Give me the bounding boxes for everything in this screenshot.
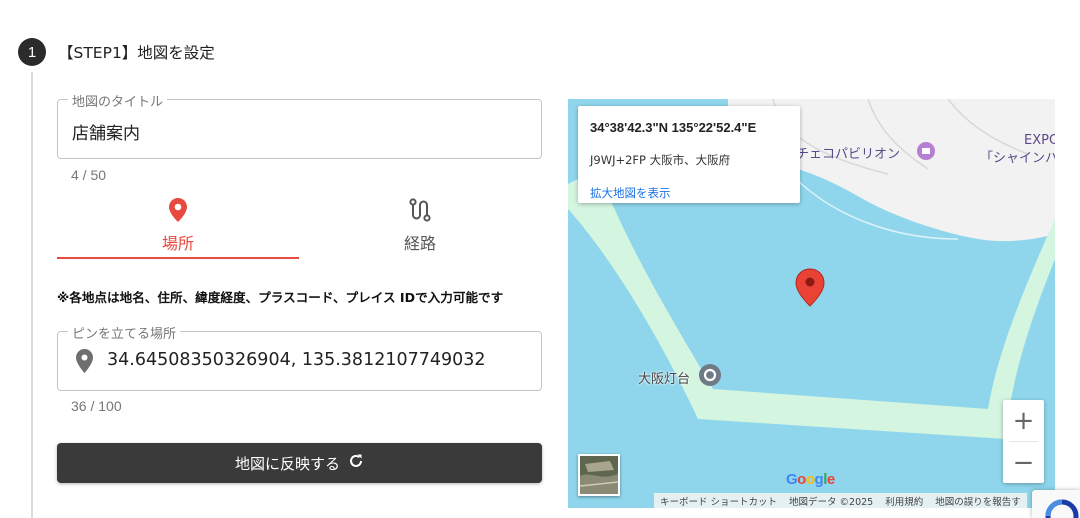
map-pin-icon <box>169 198 187 222</box>
recaptcha-icon <box>1045 499 1079 518</box>
step-title: 【STEP1】地図を設定 <box>58 44 215 62</box>
poi-expo-sub-label[interactable]: 「シャインハ <box>980 147 1055 166</box>
pin-location-counter: 36 / 100 <box>71 398 122 414</box>
recaptcha-badge[interactable] <box>1032 490 1080 518</box>
map-title-input[interactable]: 店舗案内 <box>72 119 140 144</box>
step-number-badge: 1 <box>18 38 46 66</box>
refresh-icon <box>348 453 364 473</box>
map-title-legend: 地図のタイトル <box>68 91 168 110</box>
info-card-coordinates: 34°38'42.3"N 135°22'52.4"E <box>590 120 757 135</box>
terms-link[interactable]: 利用規約 <box>879 493 929 508</box>
apply-map-button[interactable]: 地図に反映する <box>57 443 542 483</box>
satellite-toggle-thumbnail[interactable] <box>578 454 620 496</box>
tab-active-indicator <box>57 257 299 259</box>
apply-map-button-label: 地図に反映する <box>234 454 340 473</box>
zoom-out-button[interactable]: − <box>1003 442 1044 483</box>
zoom-in-button[interactable]: + <box>1003 400 1044 441</box>
map-data-credit: 地図データ ©2025 <box>789 497 874 508</box>
pin-location-field[interactable]: ピンを立てる場所 34.64508350326904, 135.38121077… <box>57 323 542 391</box>
view-larger-map-link[interactable]: 拡大地図を表示 <box>590 185 671 201</box>
satellite-thumb-icon <box>580 456 618 494</box>
location-pin-icon <box>76 349 93 377</box>
step-timeline-line <box>31 72 33 518</box>
info-card-plus-code: J9WJ+2FP 大阪市、大阪府 <box>590 153 731 167</box>
zoom-controls: + − <box>1003 400 1044 483</box>
google-logo: Google <box>786 471 835 488</box>
map-info-card: 34°38'42.3"N 135°22'52.4"E J9WJ+2FP 大阪市、… <box>578 106 800 203</box>
tab-place[interactable]: 場所 <box>57 195 299 260</box>
tab-route[interactable]: 経路 <box>299 195 541 260</box>
map-view[interactable]: チェコパビリオン EXPO 「シャインハ 大阪灯台 34°38'42.3"N 1… <box>568 99 1055 508</box>
map-title-counter: 4 / 50 <box>71 167 107 183</box>
tab-place-label: 場所 <box>161 234 194 253</box>
mode-tabs: 場所 経路 <box>57 195 542 260</box>
pin-location-legend: ピンを立てる場所 <box>68 323 181 342</box>
map-title-field[interactable]: 地図のタイトル 店舗案内 <box>57 91 542 159</box>
poi-expo-label[interactable]: EXPO <box>1024 133 1055 148</box>
report-error-link[interactable]: 地図の誤りを報告す <box>929 493 1027 508</box>
keyboard-shortcuts-link[interactable]: キーボード ショートカット <box>654 493 783 508</box>
tab-route-label: 経路 <box>403 234 436 253</box>
poi-czech-pavilion[interactable]: チェコパビリオン <box>796 143 900 162</box>
poi-osaka-lighthouse[interactable]: 大阪灯台 <box>638 368 690 387</box>
map-attribution-bar: キーボード ショートカット 地図データ ©2025 利用規約 地図の誤りを報告す <box>654 493 1027 508</box>
pin-location-input[interactable]: 34.64508350326904, 135.3812107749032 <box>107 350 486 370</box>
route-icon <box>409 198 431 222</box>
input-format-note: ※各地点は地名、住所、緯度経度、プラスコード、プレイス IDで入力可能です <box>57 290 504 305</box>
